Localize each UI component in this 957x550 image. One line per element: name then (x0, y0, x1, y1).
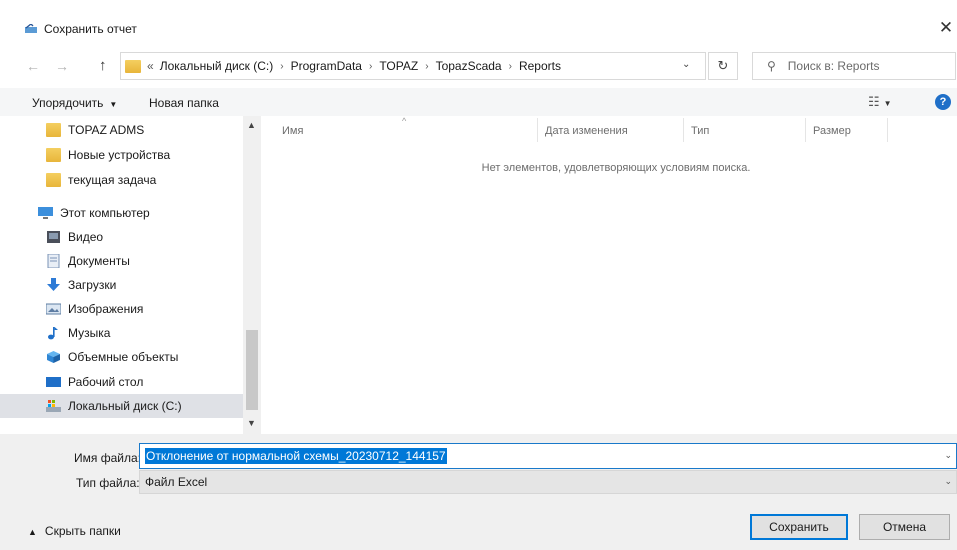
save-dialog-icon (25, 24, 37, 33)
sidebar-item-music[interactable]: Музыка (0, 321, 243, 345)
sidebar-item-label: Рабочий стол (68, 375, 144, 389)
sidebar-item-label: Документы (68, 254, 130, 268)
sidebar-item-downloads[interactable]: Загрузки (0, 273, 243, 297)
chevron-down-icon: ▼ (883, 99, 892, 108)
chevron-down-icon[interactable]: ⌄ (944, 476, 952, 487)
sidebar-item-new-devices[interactable]: Новые устройства (0, 143, 243, 167)
column-divider[interactable] (537, 118, 538, 142)
scroll-up-icon[interactable]: ▲ (247, 120, 256, 130)
pictures-icon (46, 303, 61, 315)
column-divider[interactable] (805, 118, 806, 142)
sidebar-item-label: текущая задача (68, 173, 157, 187)
filetype-label: Тип файла: (76, 476, 140, 490)
breadcrumb-topaz[interactable]: TOPAZ (379, 59, 418, 73)
3d-objects-icon (47, 351, 60, 363)
breadcrumb-overflow[interactable]: « (147, 59, 154, 73)
documents-icon (47, 254, 60, 268)
forward-button[interactable]: → (55, 58, 69, 74)
sidebar-item-label: Загрузки (68, 278, 117, 292)
downloads-icon (47, 278, 60, 291)
back-button[interactable]: ← (26, 58, 40, 74)
filename-value[interactable]: Отклонение от нормальной схемы_20230712_… (145, 448, 447, 464)
sidebar-item-label: TOPAZ ADMS (68, 123, 145, 137)
cancel-button[interactable]: Отмена (859, 514, 950, 540)
save-button[interactable]: Сохранить (750, 514, 848, 540)
breadcrumb-separator-icon[interactable]: › (369, 61, 372, 72)
hide-folders-button[interactable]: ▲ Скрыть папки (28, 524, 121, 538)
column-divider[interactable] (887, 118, 888, 142)
organize-label: Упорядочить (32, 96, 104, 110)
breadcrumb-separator-icon[interactable]: › (425, 61, 428, 72)
chevron-down-icon: ▼ (109, 100, 118, 109)
search-input[interactable] (787, 59, 938, 73)
sidebar-item-desktop[interactable]: Рабочий стол (0, 370, 243, 394)
navigation-pane: TOPAZ ADMS Новые устройства текущая зада… (0, 116, 261, 434)
toolbar (0, 88, 957, 116)
view-icon: ☷ (868, 94, 880, 109)
column-header-size[interactable]: Размер (813, 125, 851, 137)
breadcrumb-programdata[interactable]: ProgramData (291, 59, 362, 73)
sidebar-item-documents[interactable]: Документы (0, 249, 243, 273)
chevron-up-icon: ▲ (28, 527, 37, 537)
organize-button[interactable]: Упорядочить ▼ (32, 96, 117, 110)
sidebar-item-current-task[interactable]: текущая задача (0, 168, 243, 192)
filetype-select[interactable]: Файл Excel ⌄ (139, 470, 957, 494)
filetype-value: Файл Excel (145, 475, 208, 489)
new-folder-button[interactable]: Новая папка (149, 96, 219, 110)
video-icon (47, 231, 60, 243)
breadcrumb-reports[interactable]: Reports (519, 59, 561, 73)
breadcrumb-drive[interactable]: Локальный диск (C:) (160, 59, 274, 73)
chevron-down-icon[interactable]: ⌄ (944, 450, 952, 461)
search-box[interactable]: ⚲ (752, 52, 956, 80)
sidebar-item-label: Музыка (68, 326, 111, 340)
sidebar-item-pictures[interactable]: Изображения (0, 297, 243, 321)
folder-icon (46, 148, 61, 162)
sidebar-item-label: Видео (68, 230, 104, 244)
music-icon (48, 327, 58, 340)
sidebar-item-label: Новые устройства (68, 148, 171, 162)
filename-label: Имя файла: (74, 451, 141, 465)
up-button[interactable]: ↑ (99, 57, 107, 74)
column-divider[interactable] (683, 118, 684, 142)
sidebar-item-label: Объемные объекты (68, 350, 179, 364)
column-header-name[interactable]: Имя (282, 125, 303, 137)
sidebar-item-3d-objects[interactable]: Объемные объекты (0, 345, 243, 369)
drive-icon (46, 400, 61, 412)
sort-ascending-icon: ^ (402, 116, 407, 126)
sidebar-item-local-disk[interactable]: Локальный диск (C:) (0, 394, 243, 418)
folder-icon (125, 59, 141, 73)
sidebar-item-video[interactable]: Видео (0, 225, 243, 249)
breadcrumb-separator-icon[interactable]: › (280, 61, 283, 72)
empty-list-message: Нет элементов, удовлетворяющих условиям … (481, 162, 751, 174)
filename-input[interactable]: Отклонение от нормальной схемы_20230712_… (139, 443, 957, 469)
refresh-button[interactable]: ↻ (708, 52, 738, 80)
hide-folders-label: Скрыть папки (44, 524, 121, 538)
file-list[interactable]: Имя ^ Дата изменения Тип Размер Нет элем… (262, 116, 957, 434)
scroll-down-icon[interactable]: ▼ (247, 418, 256, 428)
sidebar-item-topaz-adms[interactable]: TOPAZ ADMS (0, 118, 243, 142)
breadcrumb-topazscada[interactable]: TopazScada (436, 59, 502, 73)
title-bar (0, 0, 957, 44)
chevron-down-icon[interactable]: ⌄ (682, 59, 690, 70)
breadcrumb-separator-icon[interactable]: › (509, 61, 512, 72)
sidebar-item-label: Этот компьютер (60, 206, 150, 220)
address-bar[interactable]: « Локальный диск (C:) › ProgramData › TO… (120, 52, 706, 80)
computer-icon (38, 207, 53, 219)
folder-icon (46, 173, 61, 187)
close-button[interactable]: ✕ (936, 18, 956, 38)
sidebar-scrollbar[interactable]: ▲ ▼ (243, 116, 261, 434)
desktop-icon (46, 377, 61, 387)
scrollbar-thumb[interactable] (246, 330, 258, 410)
help-button[interactable]: ? (935, 94, 951, 110)
column-header-date[interactable]: Дата изменения (545, 125, 628, 137)
search-icon: ⚲ (767, 59, 776, 73)
column-header-type[interactable]: Тип (691, 125, 709, 137)
sidebar-item-label: Изображения (68, 302, 144, 316)
sidebar-item-label: Локальный диск (C:) (68, 399, 182, 413)
breadcrumb: « Локальный диск (C:) › ProgramData › TO… (147, 59, 561, 73)
sidebar-item-this-pc[interactable]: Этот компьютер (0, 201, 243, 225)
view-options-button[interactable]: ☷ ▼ (868, 94, 892, 110)
folder-icon (46, 123, 61, 137)
window-title: Сохранить отчет (44, 22, 137, 36)
